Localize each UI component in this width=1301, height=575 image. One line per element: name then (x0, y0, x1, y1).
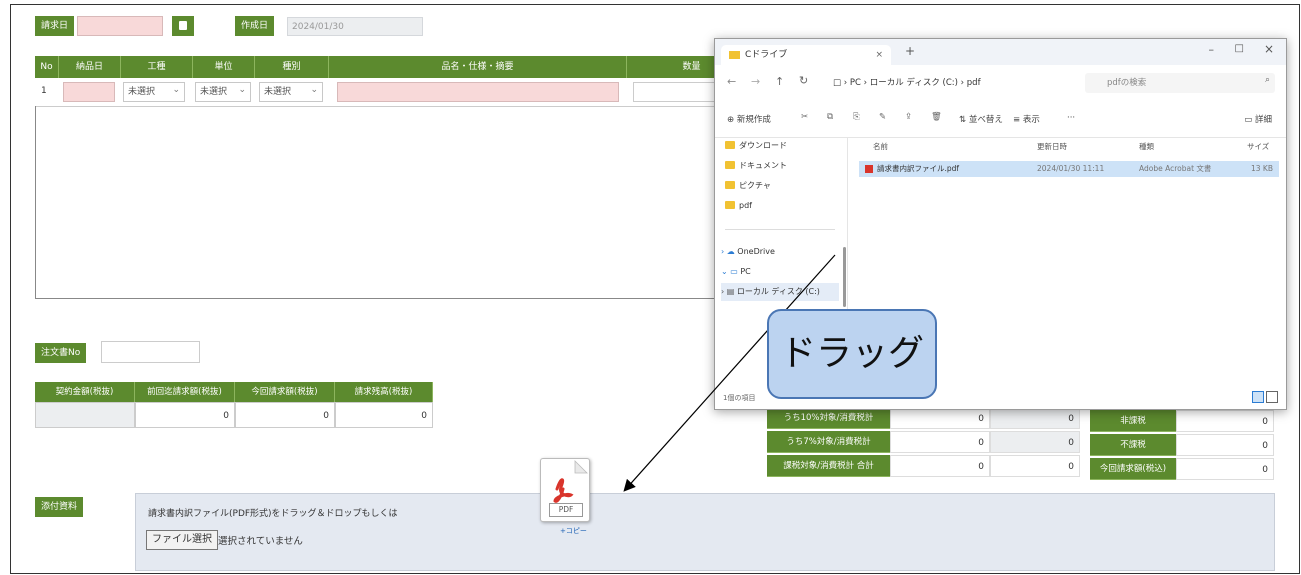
drag-callout: ドラッグ (767, 309, 937, 399)
drag-arrow (623, 254, 836, 492)
